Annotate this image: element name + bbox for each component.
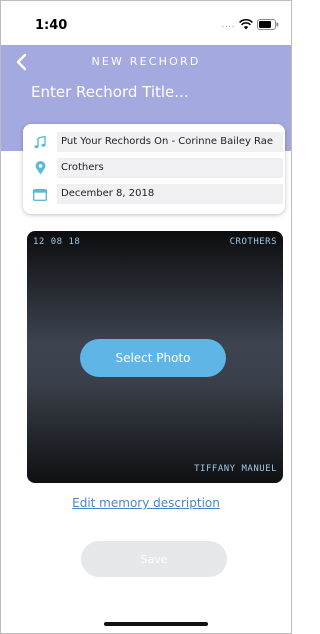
save-button[interactable]: Save <box>81 541 227 577</box>
photo-name-stamp: TIFFANY MANUEL <box>194 464 277 474</box>
info-card: Put Your Rechords On - Corinne Bailey Ra… <box>23 124 285 214</box>
song-field[interactable]: Put Your Rechords On - Corinne Bailey Ra… <box>57 132 283 152</box>
photo-card[interactable]: 12 08 18 CROTHERS Select Photo TIFFANY M… <box>27 231 283 483</box>
edit-memory-description-link[interactable]: Edit memory description <box>1 496 291 510</box>
select-photo-button[interactable]: Select Photo <box>80 339 226 377</box>
rechord-title-input[interactable] <box>31 83 271 101</box>
song-row[interactable]: Put Your Rechords On - Corinne Bailey Ra… <box>33 131 283 153</box>
photo-location-stamp: CROTHERS <box>229 237 277 247</box>
date-row[interactable]: December 8, 2018 <box>33 183 283 205</box>
photo-date-stamp: 12 08 18 <box>33 237 81 247</box>
wifi-icon <box>239 19 253 30</box>
status-bar: 1:40 .... <box>1 1 291 45</box>
status-time: 1:40 <box>35 18 68 33</box>
location-field[interactable]: Crothers <box>57 158 283 178</box>
location-pin-icon <box>33 161 47 175</box>
music-note-icon <box>33 135 47 149</box>
date-field[interactable]: December 8, 2018 <box>57 184 283 204</box>
phone-screen: 1:40 .... NEW RECHORD Enter Rechord Titl… <box>0 0 292 634</box>
calendar-icon <box>33 187 47 201</box>
location-row[interactable]: Crothers <box>33 157 283 179</box>
signal-icon: .... <box>221 19 235 30</box>
page-title: NEW RECHORD <box>91 55 201 68</box>
home-indicator[interactable] <box>104 622 208 626</box>
status-icons: .... <box>222 19 279 30</box>
battery-icon <box>257 19 279 30</box>
